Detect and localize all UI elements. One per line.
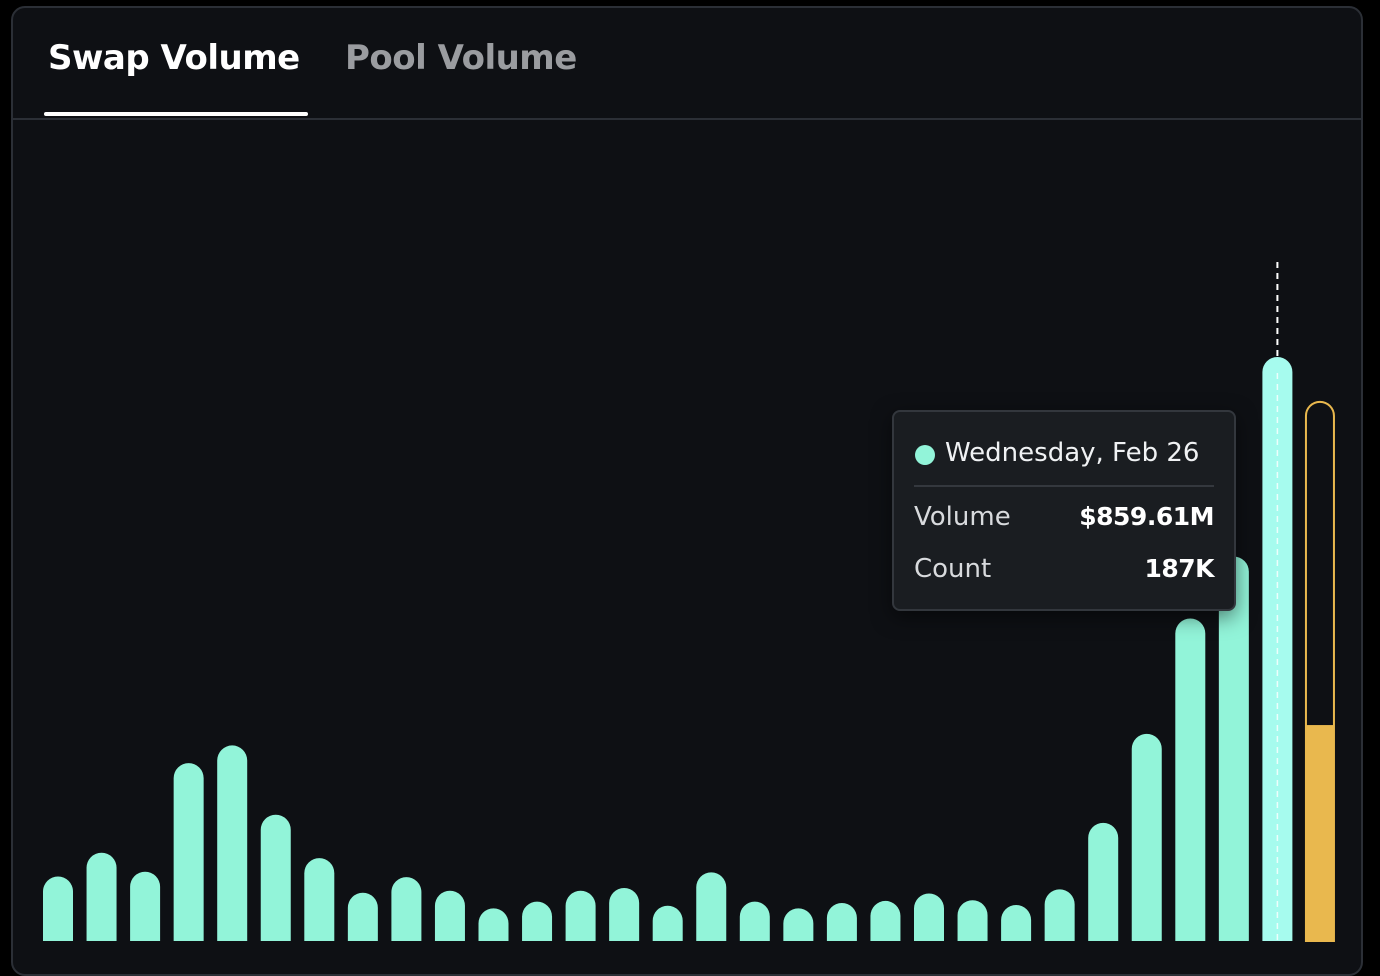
bar[interactable] xyxy=(86,852,117,941)
bar[interactable] xyxy=(957,900,988,941)
bar[interactable] xyxy=(304,858,335,941)
bar[interactable] xyxy=(1218,556,1249,941)
bar[interactable] xyxy=(652,905,683,941)
bar[interactable] xyxy=(696,872,727,941)
bar[interactable] xyxy=(1175,618,1206,941)
bar[interactable] xyxy=(1131,733,1162,941)
tooltip-count-label: Count xyxy=(914,554,992,584)
bar[interactable] xyxy=(130,871,161,941)
bar[interactable] xyxy=(870,900,901,941)
bar[interactable] xyxy=(434,890,465,941)
bar[interactable] xyxy=(1044,889,1075,941)
bar[interactable] xyxy=(739,901,770,941)
current-period-bar[interactable] xyxy=(1305,725,1334,941)
bar[interactable] xyxy=(391,877,422,941)
bar[interactable] xyxy=(522,901,553,941)
series-dot-icon xyxy=(915,445,935,465)
bar[interactable] xyxy=(1001,905,1032,941)
tooltip-volume-label: Volume xyxy=(914,502,1011,532)
bar[interactable] xyxy=(173,763,204,941)
bar[interactable] xyxy=(783,908,814,941)
bar[interactable] xyxy=(217,745,248,941)
bar[interactable] xyxy=(609,888,640,941)
tooltip-count-value: 187K xyxy=(1144,554,1214,583)
bar[interactable] xyxy=(347,892,378,941)
tooltip-divider xyxy=(914,485,1214,487)
tooltip-date: Wednesday, Feb 26 xyxy=(945,438,1200,468)
tooltip-volume-value: $859.61M xyxy=(1079,502,1214,531)
bar[interactable] xyxy=(43,876,73,941)
bar[interactable] xyxy=(565,890,596,941)
bar[interactable] xyxy=(260,814,291,941)
bar[interactable] xyxy=(478,908,509,941)
bar[interactable] xyxy=(914,893,944,941)
bar[interactable] xyxy=(1088,822,1119,941)
chart-tooltip: Wednesday, Feb 26 Volume $859.61M Count … xyxy=(892,410,1236,611)
bar[interactable] xyxy=(826,902,857,941)
